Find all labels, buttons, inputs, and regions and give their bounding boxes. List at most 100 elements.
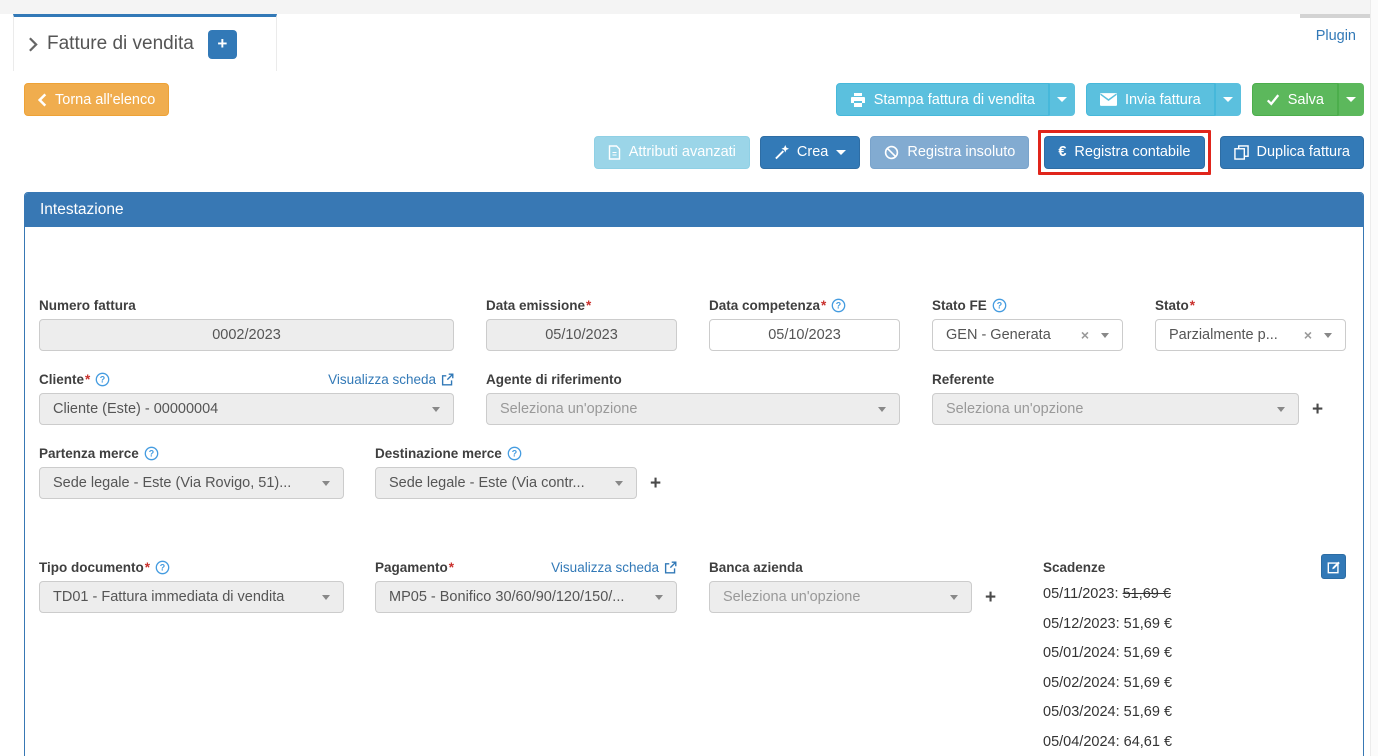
back-to-list-button[interactable]: Torna all'elenco (24, 83, 169, 116)
agente-select[interactable]: Seleziona un'opzione (486, 393, 900, 425)
caret-down-icon (1346, 97, 1356, 102)
toolbar-primary: Stampa fattura di vendita Invia fattura … (836, 83, 1364, 116)
svg-text:?: ? (149, 448, 154, 458)
field-stato: Stato* Parzialmente p... × (1155, 295, 1346, 351)
field-partenza-merce: Partenza merce ? Sede legale - Este (Via… (39, 443, 344, 499)
help-icon[interactable]: ? (507, 446, 522, 461)
select-caret-icon (950, 595, 958, 600)
save-button-group: Salva (1252, 83, 1364, 116)
copy-icon (1234, 145, 1249, 160)
red-highlight-box: € Registra contabile (1038, 130, 1210, 175)
field-banca-azienda: Banca azienda Seleziona un'opzione + (709, 557, 1009, 613)
toolbar-secondary: Attributi avanzati Crea Registra insolut… (594, 135, 1364, 169)
scadenza-item: 05/11/2023: 51,69 € (1043, 586, 1343, 616)
scadenza-item: 05/03/2024: 51,69 € (1043, 704, 1343, 734)
select-caret-icon (322, 481, 330, 486)
magic-wand-icon (774, 145, 789, 160)
field-cliente: Cliente* ? Visualizza scheda Cliente (Es… (39, 369, 454, 425)
select-caret-icon (322, 595, 330, 600)
help-icon[interactable]: ? (992, 298, 1007, 313)
select-caret-icon (655, 595, 663, 600)
help-icon[interactable]: ? (95, 372, 110, 387)
select-caret-icon (1277, 407, 1285, 412)
external-link-icon (441, 373, 454, 386)
scadenza-item: 05/12/2023: 51,69 € (1043, 616, 1343, 646)
scadenza-item: 05/01/2024: 51,69 € (1043, 645, 1343, 675)
plugin-link[interactable]: Plugin (1316, 28, 1356, 44)
send-dropdown-caret[interactable] (1215, 83, 1241, 116)
svg-text:?: ? (836, 300, 841, 310)
referente-select[interactable]: Seleziona un'opzione (932, 393, 1299, 425)
page-title: Fatture di vendita (47, 33, 194, 55)
scadenza-item: 05/02/2024: 51,69 € (1043, 675, 1343, 705)
save-button[interactable]: Salva (1252, 83, 1338, 116)
send-button-group: Invia fattura (1086, 83, 1241, 116)
help-icon[interactable]: ? (831, 298, 846, 313)
panel-header: Intestazione (25, 193, 1363, 227)
register-accounting-button[interactable]: € Registra contabile (1044, 136, 1204, 169)
field-numero-fattura: Numero fattura 0002/2023 (39, 295, 454, 351)
stato-fe-select[interactable]: GEN - Generata × (932, 319, 1123, 351)
clear-selection-icon[interactable]: × (1081, 327, 1089, 343)
data-competenza-input[interactable]: 05/10/2023 (709, 319, 900, 351)
required-asterisk: * (1190, 298, 1195, 313)
banca-azienda-select[interactable]: Seleziona un'opzione (709, 581, 972, 613)
scadenza-item: 05/04/2024: 64,61 € (1043, 734, 1343, 756)
panel-title: Intestazione (40, 201, 124, 219)
required-asterisk: * (85, 372, 90, 387)
euro-icon: € (1058, 144, 1066, 160)
numero-fattura-input[interactable]: 0002/2023 (39, 319, 454, 351)
send-invoice-button[interactable]: Invia fattura (1086, 83, 1215, 116)
save-dropdown-caret[interactable] (1338, 83, 1364, 116)
required-asterisk: * (821, 298, 826, 313)
destinazione-merce-select[interactable]: Sede legale - Este (Via contr... (375, 467, 637, 499)
view-customer-link[interactable]: Visualizza scheda (328, 372, 454, 387)
chevron-left-icon (38, 93, 47, 107)
panel-body: Numero fattura 0002/2023 Data emissione*… (25, 227, 1363, 756)
caret-down-icon (1057, 97, 1067, 102)
field-pagamento: Pagamento* Visualizza scheda MP05 - Boni… (375, 557, 677, 613)
required-asterisk: * (586, 298, 591, 313)
clear-selection-icon[interactable]: × (1304, 327, 1312, 343)
field-agente: Agente di riferimento Seleziona un'opzio… (486, 369, 900, 425)
create-dropdown-button[interactable]: Crea (760, 136, 860, 169)
partenza-merce-select[interactable]: Sede legale - Este (Via Rovigo, 51)... (39, 467, 344, 499)
advanced-attributes-button[interactable]: Attributi avanzati (594, 136, 750, 169)
svg-text:?: ? (512, 448, 517, 458)
top-strip (0, 0, 1370, 14)
check-icon (1266, 93, 1280, 106)
intestazione-panel: Intestazione Numero fattura 0002/2023 Da… (24, 192, 1364, 756)
add-banca-button[interactable]: + (985, 588, 996, 607)
help-icon[interactable]: ? (155, 560, 170, 575)
document-icon (608, 145, 621, 160)
vertical-scrollbar[interactable] (1370, 0, 1378, 756)
tipo-documento-select[interactable]: TD01 - Fattura immediata di vendita (39, 581, 344, 613)
register-unpaid-button[interactable]: Registra insoluto (870, 136, 1029, 169)
edit-scadenze-button[interactable] (1321, 554, 1346, 579)
envelope-icon (1100, 93, 1117, 106)
field-data-emissione: Data emissione* 05/10/2023 (486, 295, 677, 351)
tab-fatture-di-vendita[interactable]: Fatture di vendita + (13, 14, 277, 71)
ban-icon (884, 145, 899, 160)
print-invoice-button[interactable]: Stampa fattura di vendita (836, 83, 1049, 116)
invoice-edit-screen: Fatture di vendita + Plugin Torna all'el… (0, 0, 1378, 756)
print-dropdown-caret[interactable] (1049, 83, 1075, 116)
external-link-icon (664, 561, 677, 574)
select-caret-icon (1324, 333, 1332, 338)
svg-text:?: ? (160, 562, 165, 572)
svg-text:?: ? (997, 300, 1002, 310)
caret-down-icon (836, 150, 846, 155)
caret-down-icon (1223, 97, 1233, 102)
view-payment-link[interactable]: Visualizza scheda (551, 560, 677, 575)
pagamento-select[interactable]: MP05 - Bonifico 30/60/90/120/150/... (375, 581, 677, 613)
new-invoice-button[interactable]: + (208, 30, 237, 59)
field-scadenze: Scadenze 05/11/2023: 51,69 € 05/12/2023:… (1043, 557, 1343, 756)
cliente-select[interactable]: Cliente (Este) - 00000004 (39, 393, 454, 425)
data-emissione-input[interactable]: 05/10/2023 (486, 319, 677, 351)
stato-select[interactable]: Parzialmente p... × (1155, 319, 1346, 351)
add-destinazione-button[interactable]: + (650, 474, 661, 493)
help-icon[interactable]: ? (144, 446, 159, 461)
add-referente-button[interactable]: + (1312, 400, 1323, 419)
duplicate-invoice-button[interactable]: Duplica fattura (1220, 136, 1365, 169)
required-asterisk: * (449, 560, 454, 575)
